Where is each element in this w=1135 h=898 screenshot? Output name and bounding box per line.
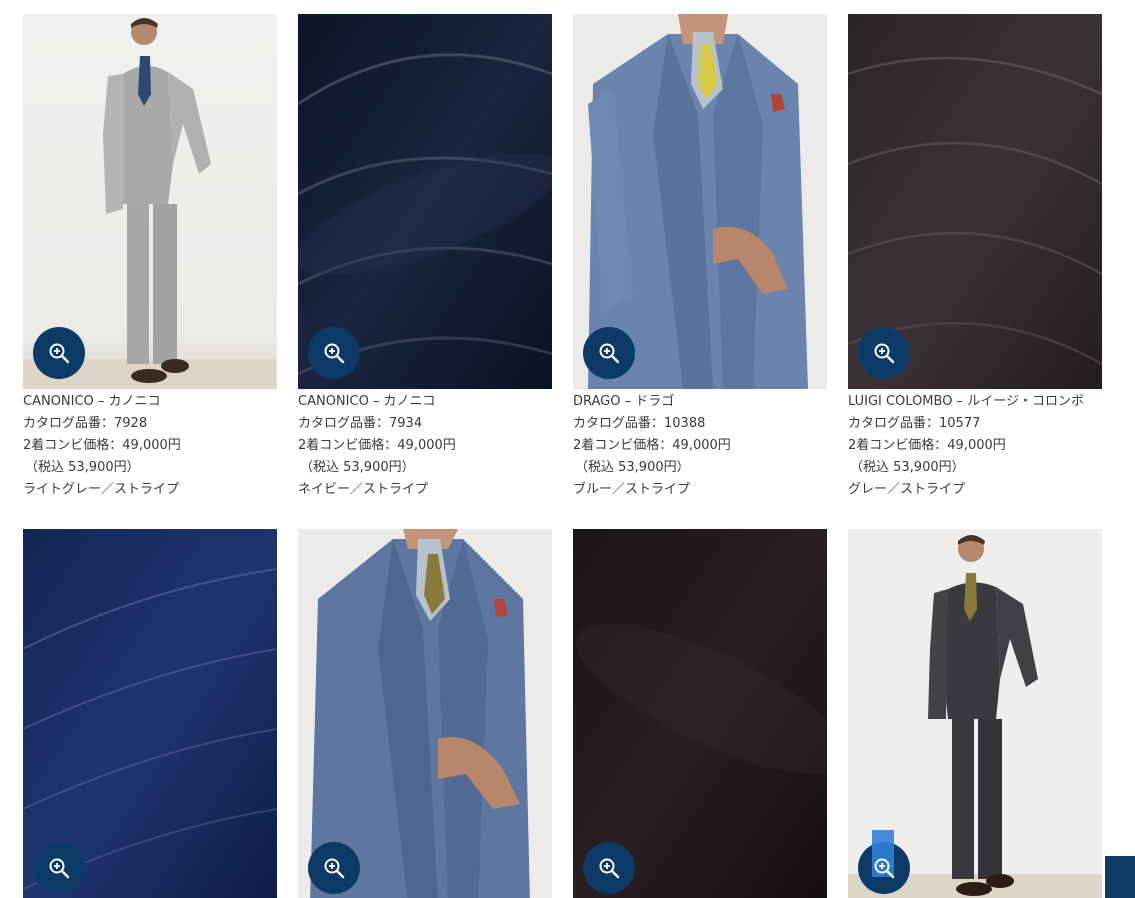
zoom-button[interactable] bbox=[33, 842, 85, 894]
product-photo-model-light-grey[interactable] bbox=[23, 14, 277, 389]
catalog-number: カタログ品番：10388 bbox=[573, 416, 706, 431]
zoom-in-icon bbox=[324, 858, 345, 879]
product-card[interactable] bbox=[23, 529, 277, 898]
product-card[interactable] bbox=[298, 529, 552, 898]
zoom-button[interactable] bbox=[583, 327, 635, 379]
product-info: CANONICO – カノニコ カタログ品番：7934 2着コンビ価格：49,0… bbox=[298, 389, 552, 501]
product-name[interactable]: LUIGI COLOMBO – ルイージ・コロンボ bbox=[848, 391, 1102, 413]
product-name[interactable]: DRAGO – ドラゴ bbox=[573, 391, 827, 413]
page-top-button[interactable] bbox=[1105, 856, 1135, 898]
zoom-button[interactable] bbox=[308, 327, 360, 379]
product-info: LUIGI COLOMBO – ルイージ・コロンボ カタログ品番：10577 2… bbox=[848, 389, 1102, 501]
product-name[interactable]: CANONICO – カノニコ bbox=[298, 391, 552, 413]
color-pattern: グレー／ストライプ bbox=[848, 482, 966, 497]
zoom-button[interactable] bbox=[858, 830, 910, 894]
catalog-number: カタログ品番：7928 bbox=[23, 416, 148, 431]
zoom-in-icon bbox=[49, 858, 70, 879]
combo-price: 2着コンビ価格：49,000円 bbox=[573, 438, 731, 453]
product-photo-model-charcoal[interactable] bbox=[848, 529, 1102, 898]
tax-included-price: （税込 53,900円） bbox=[575, 460, 690, 475]
product-photo-grey-fabric[interactable] bbox=[848, 14, 1102, 389]
product-photo-model-blue[interactable] bbox=[573, 14, 827, 389]
product-grid: CANONICO – カノニコ カタログ品番：7928 2着コンビ価格：49,0… bbox=[0, 0, 1135, 898]
tax-included-price: （税込 53,900円） bbox=[300, 460, 415, 475]
zoom-in-icon bbox=[599, 858, 620, 879]
color-pattern: ネイビー／ストライプ bbox=[298, 482, 429, 497]
zoom-button[interactable] bbox=[33, 327, 85, 379]
product-info: DRAGO – ドラゴ カタログ品番：10388 2着コンビ価格：49,000円… bbox=[573, 389, 827, 501]
combo-price: 2着コンビ価格：49,000円 bbox=[23, 438, 181, 453]
zoom-button[interactable] bbox=[583, 842, 635, 894]
color-pattern: ライトグレー／ストライプ bbox=[23, 482, 180, 497]
zoom-in-icon bbox=[599, 343, 620, 364]
product-card[interactable]: CANONICO – カノニコ カタログ品番：7934 2着コンビ価格：49,0… bbox=[298, 14, 552, 501]
product-photo-navy-fabric[interactable] bbox=[298, 14, 552, 389]
zoom-in-icon bbox=[874, 343, 895, 364]
product-card[interactable]: DRAGO – ドラゴ カタログ品番：10388 2着コンビ価格：49,000円… bbox=[573, 14, 827, 501]
product-card[interactable] bbox=[573, 529, 827, 898]
product-card[interactable]: CANONICO – カノニコ カタログ品番：7928 2着コンビ価格：49,0… bbox=[23, 14, 277, 501]
catalog-number: カタログ品番：10577 bbox=[848, 416, 981, 431]
product-name[interactable]: CANONICO – カノニコ bbox=[23, 391, 277, 413]
product-photo-model-blue-closeup[interactable] bbox=[298, 529, 552, 898]
tax-included-price: （税込 53,900円） bbox=[25, 460, 140, 475]
catalog-number: カタログ品番：7934 bbox=[298, 416, 423, 431]
combo-price: 2着コンビ価格：49,000円 bbox=[298, 438, 456, 453]
product-info: CANONICO – カノニコ カタログ品番：7928 2着コンビ価格：49,0… bbox=[23, 389, 277, 501]
color-pattern: ブルー／ストライプ bbox=[573, 482, 691, 497]
combo-price: 2着コンビ価格：49,000円 bbox=[848, 438, 1006, 453]
zoom-in-icon bbox=[324, 343, 345, 364]
product-photo-dark-brown-fabric[interactable] bbox=[573, 529, 827, 898]
tax-included-price: （税込 53,900円） bbox=[850, 460, 965, 475]
zoom-button[interactable] bbox=[308, 842, 360, 894]
zoom-in-icon bbox=[874, 858, 895, 879]
product-card[interactable]: LUIGI COLOMBO – ルイージ・コロンボ カタログ品番：10577 2… bbox=[848, 14, 1102, 501]
zoom-button[interactable] bbox=[858, 327, 910, 379]
product-photo-navy-chalk-fabric[interactable] bbox=[23, 529, 277, 898]
product-card[interactable] bbox=[848, 529, 1102, 898]
zoom-in-icon bbox=[49, 343, 70, 364]
